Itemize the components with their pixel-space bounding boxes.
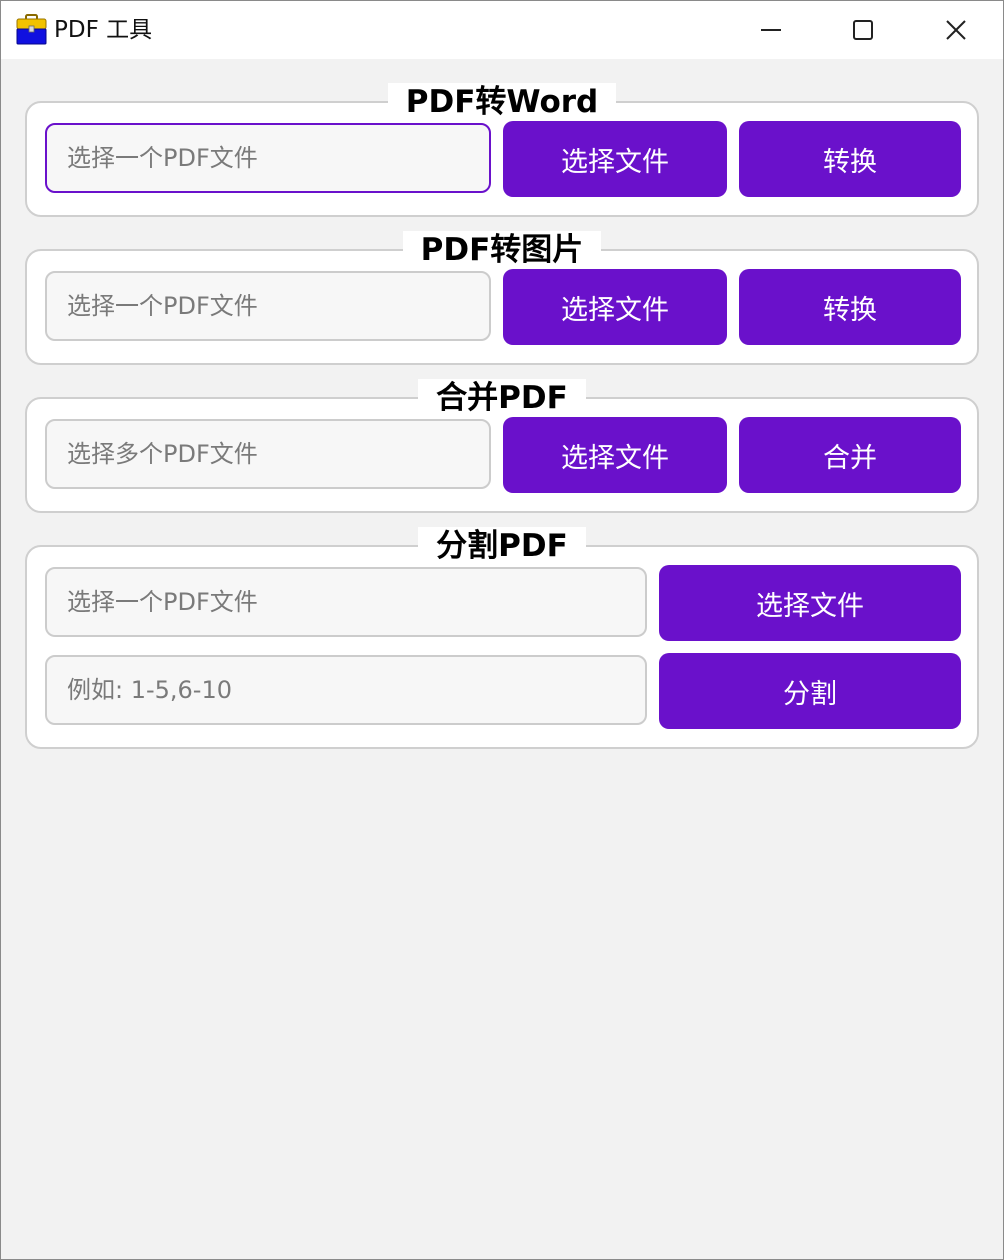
merge-pdf-title: 合并PDF (418, 379, 586, 417)
pdf-to-word-convert-button[interactable]: 转换 (739, 121, 961, 197)
close-button[interactable] (910, 1, 1002, 59)
pdf-to-word-group: PDF转Word 选择文件 转换 (25, 83, 979, 217)
merge-pdf-file-input[interactable] (45, 419, 491, 489)
merge-pdf-group: 合并PDF 选择文件 合并 (25, 379, 979, 513)
pdf-to-image-file-input[interactable] (45, 271, 491, 341)
toolbox-icon (16, 14, 47, 45)
split-pdf-select-file-button[interactable]: 选择文件 (659, 565, 961, 641)
app-window: PDF 工具 PDF转Word 选择文件 转换 PDF转图片 选择文件 转 (0, 0, 1004, 1260)
window-title: PDF 工具 (54, 17, 153, 43)
close-icon (946, 20, 966, 40)
maximize-button[interactable] (817, 1, 909, 59)
split-pdf-title: 分割PDF (418, 527, 586, 565)
minimize-icon (761, 29, 781, 31)
maximize-icon (853, 20, 873, 40)
split-pdf-page-range-input[interactable] (45, 655, 647, 725)
split-pdf-group: 分割PDF 选择文件 分割 (25, 527, 979, 749)
pdf-to-word-select-file-button[interactable]: 选择文件 (503, 121, 727, 197)
merge-pdf-merge-button[interactable]: 合并 (739, 417, 961, 493)
pdf-to-word-title: PDF转Word (387, 83, 617, 121)
title-bar[interactable]: PDF 工具 (1, 1, 1003, 59)
pdf-to-word-file-input[interactable] (45, 123, 491, 193)
pdf-to-image-title: PDF转图片 (402, 231, 602, 269)
pdf-to-image-convert-button[interactable]: 转换 (739, 269, 961, 345)
pdf-to-image-group: PDF转图片 选择文件 转换 (25, 231, 979, 365)
merge-pdf-select-file-button[interactable]: 选择文件 (503, 417, 727, 493)
split-pdf-file-input[interactable] (45, 567, 647, 637)
minimize-button[interactable] (725, 1, 817, 59)
pdf-to-image-select-file-button[interactable]: 选择文件 (503, 269, 727, 345)
split-pdf-split-button[interactable]: 分割 (659, 653, 961, 729)
